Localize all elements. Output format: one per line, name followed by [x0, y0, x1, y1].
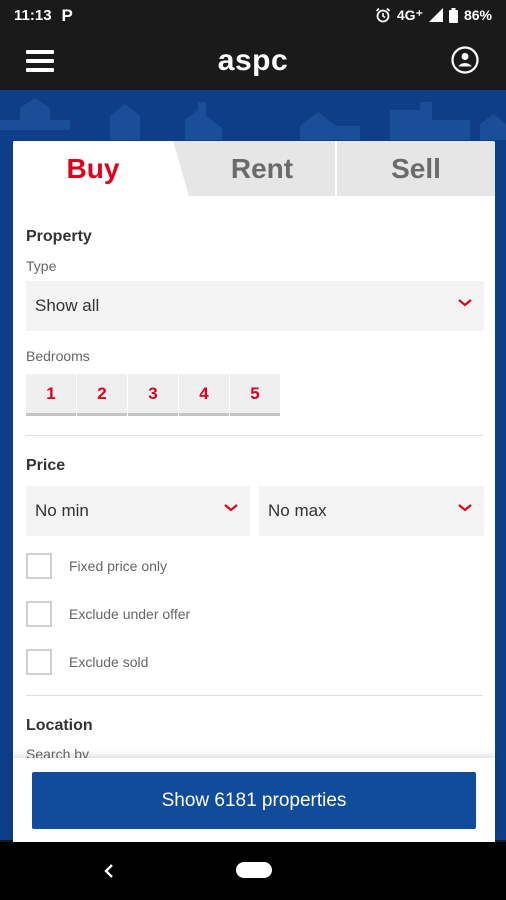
search-card: Buy Rent Sell Property Type Show all Bed… [13, 141, 495, 841]
bedroom-option-3[interactable]: 3 [128, 374, 178, 416]
checkbox-box[interactable] [26, 553, 52, 579]
price-min-value: No min [35, 501, 89, 520]
checkbox-label: Exclude sold [69, 654, 149, 670]
checkbox-box[interactable] [26, 649, 52, 675]
exclude-sold-checkbox[interactable]: Exclude sold [26, 649, 148, 675]
network-label: 4G⁺ [396, 6, 423, 23]
tab-sell[interactable]: Sell [335, 141, 495, 196]
location-section-title: Location [26, 717, 93, 734]
price-min-select[interactable]: No min [26, 486, 250, 536]
alarm-icon [375, 7, 390, 23]
app-bar: aspc [0, 30, 506, 90]
chevron-down-icon [458, 299, 472, 307]
account-icon[interactable] [450, 45, 480, 75]
price-max-select[interactable]: No max [259, 486, 484, 536]
divider [26, 695, 483, 696]
checkbox-label: Exclude under offer [69, 606, 191, 622]
property-section-title: Property [26, 228, 92, 245]
action-panel: Show 6181 properties [13, 758, 495, 842]
back-icon[interactable] [100, 860, 118, 882]
bedrooms-selector: 1 2 3 4 5 [26, 374, 281, 416]
chevron-down-icon [224, 504, 238, 512]
type-label: Type [26, 258, 57, 274]
home-pill-icon[interactable] [236, 862, 272, 878]
signal-icon [428, 8, 443, 22]
app-logo: aspc [217, 44, 289, 77]
tab-rent[interactable]: Rent [173, 141, 335, 196]
price-section-title: Price [26, 457, 66, 474]
price-max-value: No max [268, 501, 327, 520]
fixed-price-checkbox[interactable]: Fixed price only [26, 553, 167, 579]
tab-bar: Buy Rent Sell [13, 141, 495, 196]
status-bar: 11:13 P 4G⁺ 86% [0, 0, 506, 30]
divider [26, 435, 483, 436]
tab-buy[interactable]: Buy [13, 141, 173, 196]
chevron-down-icon [458, 504, 472, 512]
battery-icon [448, 7, 458, 23]
system-nav-bar [0, 842, 506, 900]
bedroom-option-1[interactable]: 1 [26, 374, 76, 416]
bedroom-option-2[interactable]: 2 [77, 374, 127, 416]
bedrooms-label: Bedrooms [26, 348, 90, 364]
checkbox-box[interactable] [26, 601, 52, 627]
type-select-value: Show all [35, 296, 100, 315]
type-select[interactable]: Show all [26, 281, 484, 331]
exclude-under-offer-checkbox[interactable]: Exclude under offer [26, 601, 190, 627]
show-properties-button[interactable]: Show 6181 properties [32, 772, 476, 829]
checkbox-label: Fixed price only [69, 558, 168, 574]
bedroom-option-4[interactable]: 4 [179, 374, 229, 416]
status-time: 11:13 [14, 6, 52, 24]
bedroom-option-5[interactable]: 5 [230, 374, 280, 416]
parking-icon: P [61, 6, 73, 25]
battery-label: 86% [463, 7, 492, 23]
